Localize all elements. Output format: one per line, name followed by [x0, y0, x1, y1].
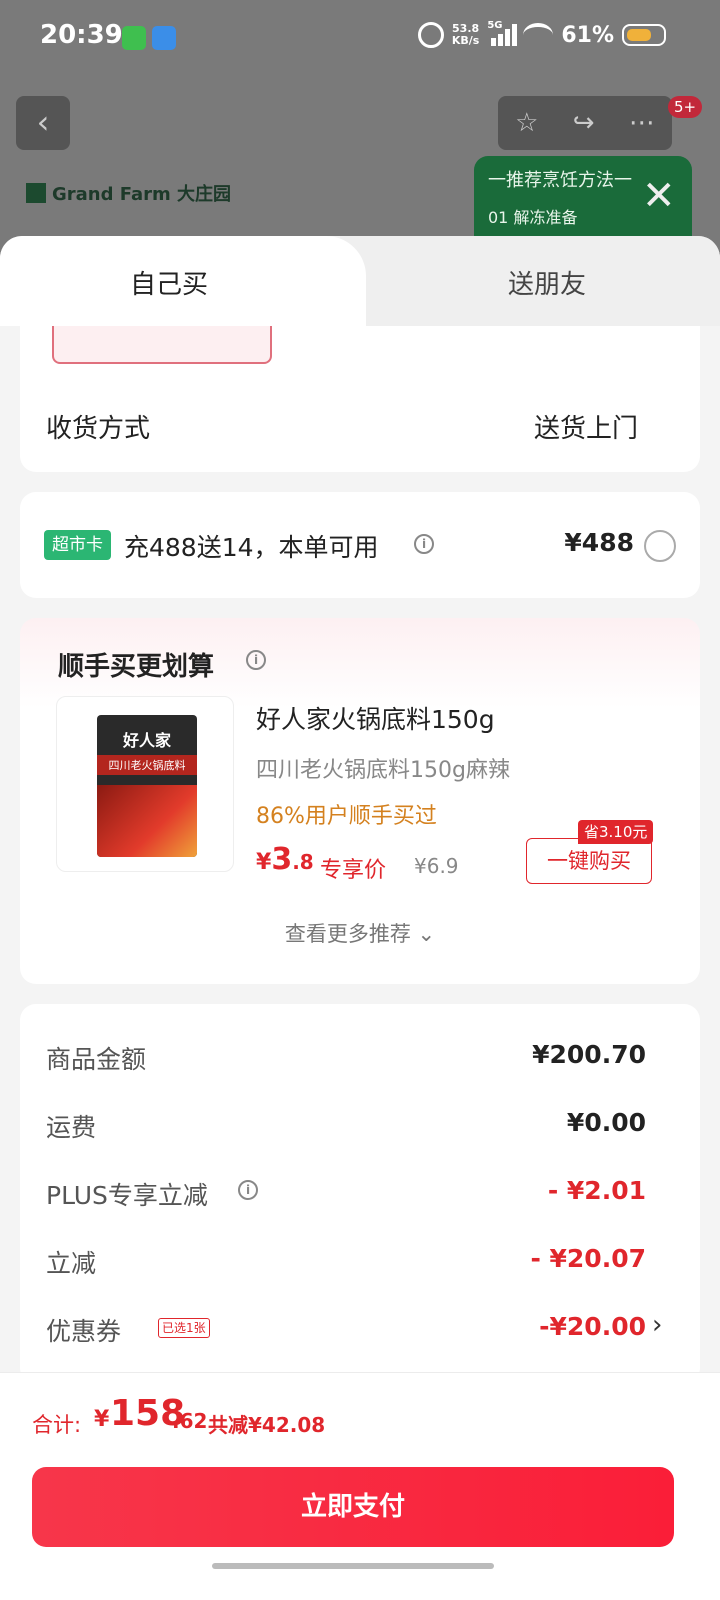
summary-label: 运费	[46, 1113, 97, 1142]
price-summary-card: 商品金额 ¥200.70 运费 ¥0.00 PLUS专享立减 i - ¥2.01…	[20, 1004, 700, 1384]
total-decimal: .62	[172, 1409, 208, 1433]
summary-value: - ¥2.01	[547, 1176, 646, 1205]
status-bar: 20:39 53.8 KB/s 5G 61%	[0, 0, 720, 76]
info-icon[interactable]: i	[414, 534, 434, 554]
app-notification-icon	[152, 26, 176, 50]
product-subtitle: 四川老火锅底料150g麻辣	[256, 758, 510, 783]
brand-logo-icon	[26, 183, 46, 203]
supermarket-card-promo[interactable]: 超市卡 充488送14，本单可用 i ¥488	[20, 492, 700, 598]
battery-icon	[622, 24, 666, 46]
checkout-footer: 合计: ¥ 158 .62 共减¥42.08 立即支付	[0, 1372, 720, 1600]
product-image[interactable]: 好人家 四川老火锅底料	[56, 696, 234, 872]
purchase-tabs: 自己买 送朋友	[0, 236, 720, 336]
price-integer: 3	[271, 842, 293, 877]
original-price: ¥6.9	[414, 854, 459, 878]
delivery-method-value[interactable]: 送货上门	[534, 408, 638, 445]
battery-percent: 61%	[561, 22, 614, 48]
card-promo-radio[interactable]	[644, 530, 676, 562]
summary-value: -¥20.00	[539, 1312, 646, 1341]
supermarket-card-badge: 超市卡	[44, 530, 111, 560]
hotpot-package-image: 好人家 四川老火锅底料	[97, 715, 197, 857]
save-badge: 省3.10元	[578, 820, 654, 844]
price-currency: ¥	[256, 850, 272, 875]
top-actions: ☆ ↪ ⋯	[498, 96, 672, 150]
product-price: ¥3.8	[256, 842, 314, 877]
one-click-buy-button[interactable]: 一键购买	[526, 838, 652, 884]
summary-value: ¥200.70	[532, 1040, 646, 1069]
total-saved: 共减¥42.08	[208, 1413, 326, 1437]
address-box-edge	[52, 326, 272, 364]
favorite-icon[interactable]: ☆	[515, 108, 538, 138]
coupon-selected-tag: 已选1张	[158, 1318, 210, 1338]
chevron-down-icon: ⌄	[417, 922, 436, 946]
more-icon[interactable]: ⋯	[629, 108, 655, 138]
status-time: 20:39	[40, 20, 123, 50]
addon-card: 顺手买更划算 i 好人家 四川老火锅底料 好人家火锅底料150g 四川老火锅底料…	[20, 618, 700, 984]
package-brand: 好人家	[122, 731, 171, 750]
network-type: 5G	[487, 20, 503, 31]
total-currency: ¥	[94, 1407, 110, 1432]
summary-value: - ¥20.07	[530, 1244, 646, 1273]
network-speed: 53.8 KB/s	[452, 23, 479, 47]
delivery-method-label: 收货方式	[46, 414, 151, 444]
brand-name: Grand Farm 大庄园	[52, 184, 232, 205]
summary-value: ¥0.00	[566, 1108, 646, 1137]
info-icon[interactable]: i	[238, 1180, 258, 1200]
delivery-card: 收货方式 送货上门	[20, 326, 700, 472]
tab-gift-friend[interactable]: 送朋友	[508, 264, 586, 301]
product-name[interactable]: 好人家火锅底料150g	[256, 700, 495, 736]
summary-label: 商品金额	[46, 1045, 147, 1074]
total-label: 合计:	[32, 1413, 82, 1437]
alarm-icon	[417, 22, 444, 48]
cart-badge: 5+	[668, 96, 703, 118]
back-button[interactable]: ‹	[16, 96, 70, 150]
more-recommendations-label: 查看更多推荐	[284, 922, 411, 946]
chevron-right-icon[interactable]: ›	[652, 1310, 662, 1340]
wifi-icon	[523, 23, 554, 47]
card-promo-price: ¥488	[564, 528, 634, 557]
package-name: 四川老火锅底料	[97, 755, 197, 775]
close-icon[interactable]: ✕	[642, 176, 676, 216]
exclusive-price-tag: 专享价	[320, 858, 387, 883]
summary-label: 优惠券	[46, 1317, 122, 1346]
share-icon[interactable]: ↪	[573, 108, 595, 138]
price-decimal: .8	[292, 850, 314, 874]
pay-now-button[interactable]: 立即支付	[32, 1467, 674, 1547]
status-indicators: 53.8 KB/s 5G 61%	[417, 20, 666, 48]
cooking-step-number: 01	[488, 208, 509, 227]
info-icon[interactable]: i	[246, 650, 266, 670]
signal-icon: 5G	[487, 20, 518, 46]
wechat-icon	[122, 26, 146, 50]
network-speed-unit: KB/s	[451, 34, 480, 47]
chevron-left-icon: ‹	[36, 103, 50, 141]
addon-title: 顺手买更划算	[58, 652, 215, 682]
summary-label: PLUS专享立减	[46, 1181, 208, 1210]
tab-buy-for-self[interactable]: 自己买	[130, 264, 208, 301]
cooking-step-label: 解冻准备	[513, 208, 578, 227]
card-promo-text: 充488送14，本单可用	[124, 533, 379, 562]
product-social-proof: 86%用户顺手买过	[256, 804, 437, 829]
home-indicator[interactable]	[212, 1563, 494, 1569]
checkout-content: 收货方式 送货上门 超市卡 充488送14，本单可用 i ¥488 顺手买更划算…	[0, 326, 720, 1384]
more-recommendations-link[interactable]: 查看更多推荐 ⌄	[20, 918, 700, 948]
brand-logo: Grand Farm 大庄园	[26, 180, 231, 206]
summary-label: 立减	[46, 1249, 97, 1278]
